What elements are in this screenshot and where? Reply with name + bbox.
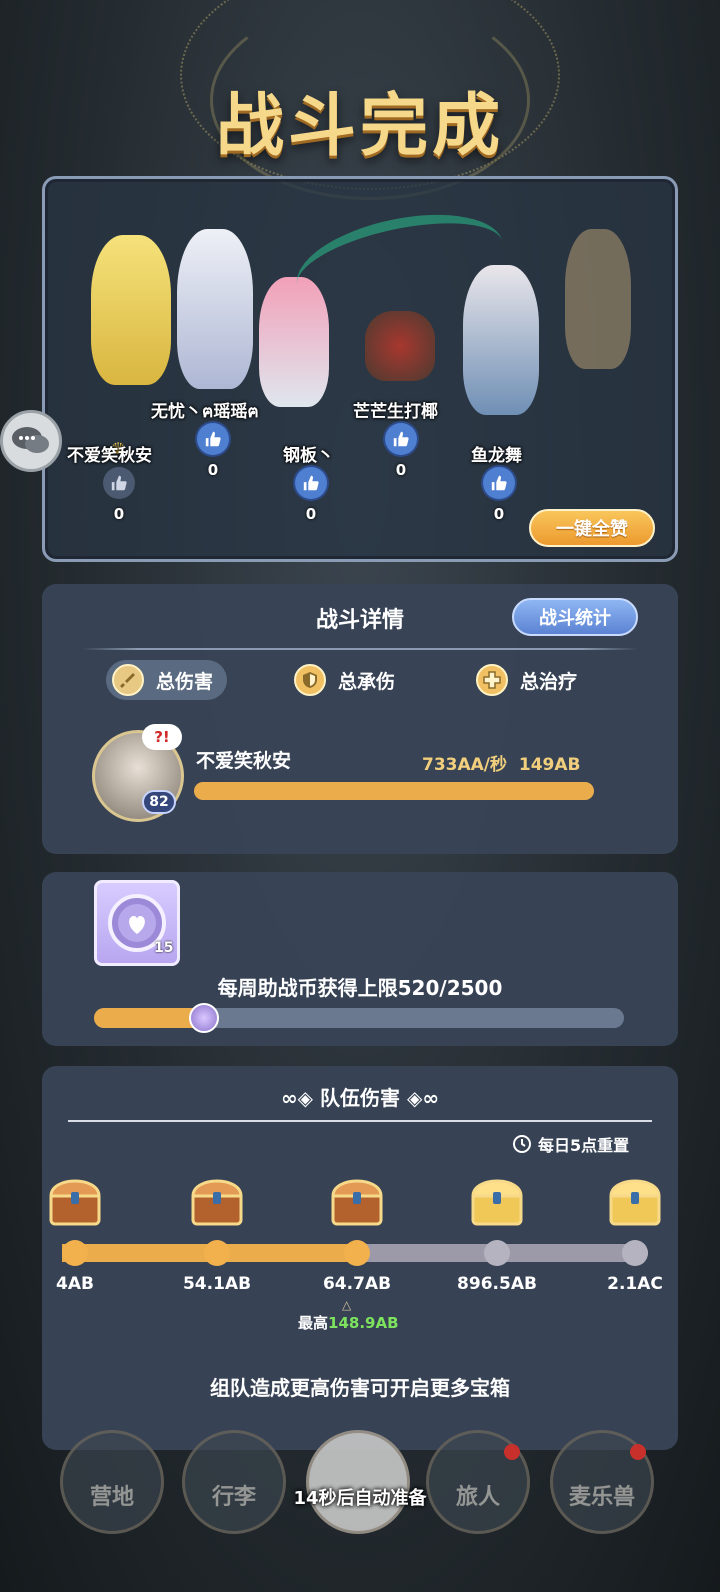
speech-bubble: ?! — [142, 724, 182, 750]
tier-node — [484, 1240, 510, 1266]
member-name: 钢板丶 — [283, 446, 334, 466]
total-damage-value: 149AB — [518, 755, 581, 775]
hero-figure-1 — [91, 235, 171, 385]
member-name: 鱼龙舞 — [471, 446, 522, 466]
weekly-limit-text: 每周助战币获得上限520/2500 — [217, 976, 503, 1000]
battle-stats-button[interactable]: 战斗统计 — [512, 598, 638, 636]
coin-progress-knob — [189, 1003, 220, 1033]
assist-coin-card: 15 每周助战币获得上限520/2500 — [42, 872, 678, 1046]
sword-icon — [112, 664, 144, 696]
coin-progress-fill — [94, 1008, 205, 1028]
thumbs-up-icon — [303, 475, 319, 491]
hero-figure-5 — [463, 265, 539, 415]
member-name: 无忧丶ฅ瑶瑶ฅ — [151, 402, 259, 422]
tier-label: 896.5AB — [457, 1274, 537, 1294]
tab-total-damage[interactable]: 总伤害 — [106, 660, 228, 700]
divider — [82, 648, 638, 650]
damage-readout: 733AA/秒 149AB — [422, 750, 580, 775]
chest-hint: 组队造成更高伤害可开启更多宝箱 — [210, 1376, 510, 1400]
nav-battle[interactable] — [306, 1430, 410, 1534]
coin-count: 15 — [154, 940, 174, 956]
tab-total-damage-taken[interactable]: 总承伤 — [288, 660, 409, 700]
bronze-chest-icon[interactable] — [47, 1170, 103, 1228]
like-count: 0 — [113, 505, 125, 523]
like-button[interactable] — [103, 467, 135, 499]
tier-label: 54.1AB — [182, 1274, 252, 1294]
member-name: 不爱笑秋安 — [67, 446, 152, 466]
tab-label: 总治疗 — [520, 670, 578, 693]
bronze-chest-icon[interactable] — [189, 1170, 245, 1228]
like-count: 0 — [305, 505, 317, 523]
team-damage-card: ∞◈ 队伍伤害 ◈∞ 每日5点重置 4AB 54.1AB 64.7AB 896.5AB… — [42, 1066, 678, 1450]
tab-total-healing[interactable]: 总治疗 — [470, 660, 591, 700]
like-all-button[interactable]: 一键全赞 — [529, 509, 655, 547]
chat-bubble-icon — [12, 427, 49, 453]
ornament-right-icon: ◈∞ — [400, 1086, 440, 1110]
hero-figure-2 — [177, 229, 253, 389]
like-button[interactable] — [385, 423, 417, 455]
cross-icon — [476, 664, 508, 696]
bronze-chest-icon[interactable] — [329, 1170, 385, 1228]
like-button[interactable] — [295, 467, 327, 499]
tier-label: 64.7AB — [322, 1274, 392, 1294]
battle-complete-title: 战斗完成 — [215, 87, 504, 166]
player-name: 不爱笑秋安 — [196, 750, 292, 772]
tab-label: 总承伤 — [338, 670, 396, 693]
battle-details-card: 战斗详情 战斗统计 总伤害 总承伤 总治疗 ?! 82 不爱笑秋安 733AA/… — [42, 584, 678, 854]
auto-ready-countdown: 14秒后自动准备 — [293, 1488, 427, 1509]
gold-chest-icon[interactable] — [607, 1170, 663, 1228]
divider — [68, 1120, 652, 1122]
notification-dot — [630, 1444, 646, 1460]
reset-info: 每日5点重置 — [512, 1132, 629, 1156]
thumbs-up-icon — [393, 431, 409, 447]
best-marker-icon: △ — [342, 1298, 352, 1312]
shield-icon — [294, 664, 326, 696]
like-count: 0 — [493, 505, 505, 523]
tier-label: 2.1AC — [607, 1274, 663, 1294]
like-count: 0 — [395, 461, 407, 479]
tier-node — [344, 1240, 370, 1266]
best-value: 148.9AB — [328, 1314, 399, 1332]
like-count: 0 — [207, 461, 219, 479]
empty-slot-silhouette — [565, 229, 631, 369]
ornament-left-icon: ∞◈ — [280, 1086, 320, 1110]
like-button[interactable] — [197, 423, 229, 455]
clock-icon — [513, 1135, 531, 1153]
tab-label: 总伤害 — [156, 670, 214, 693]
thumbs-up-icon — [491, 475, 507, 491]
best-label: 最高 — [298, 1314, 329, 1332]
coin-progress-track — [94, 1003, 624, 1033]
like-button[interactable] — [483, 467, 515, 499]
thumbs-up-icon — [111, 475, 127, 491]
best-damage: 最高148.9AB — [298, 1312, 399, 1333]
tier-label: 4AB — [56, 1274, 94, 1294]
member-name: 芒芒生打椰 — [353, 402, 438, 422]
notification-dot — [504, 1444, 520, 1460]
tier-node — [622, 1240, 648, 1266]
dps-value: 733AA/秒 — [422, 755, 508, 775]
team-damage-title-row: ∞◈ 队伍伤害 ◈∞ — [42, 1082, 678, 1111]
tier-node — [204, 1240, 230, 1266]
gold-chest-icon[interactable] — [469, 1170, 525, 1228]
damage-bar — [194, 782, 594, 800]
level-badge: 82 — [142, 790, 176, 814]
chat-button[interactable] — [0, 410, 62, 472]
tier-node — [62, 1240, 88, 1266]
nav-luggage[interactable]: 行李 — [182, 1430, 286, 1534]
team-damage-title: 队伍伤害 — [320, 1086, 400, 1110]
hero-figure-4 — [365, 311, 435, 381]
thumbs-up-icon — [205, 431, 221, 447]
nav-camp[interactable]: 营地 — [60, 1430, 164, 1534]
team-panel: ♛ 不爱笑秋安 0 无忧丶ฅ瑶瑶ฅ 0 钢板丶 0 芒芒生打椰 0 鱼龙舞 0 … — [42, 176, 678, 562]
reset-text: 每日5点重置 — [538, 1136, 630, 1155]
